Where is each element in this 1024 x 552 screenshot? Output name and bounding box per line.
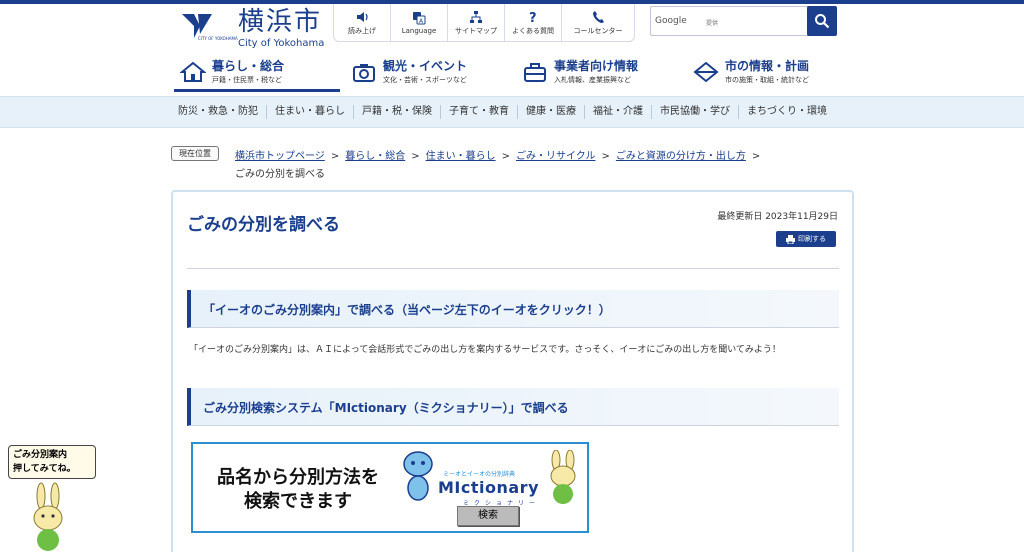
briefcase-icon — [524, 63, 546, 82]
print-button[interactable]: 印刷する — [776, 231, 836, 247]
breadcrumb: 横浜市トップページ > 暮らし・総合 > 住まい・暮らし > ごみ・リサイクル > ごみと資源の… — [235, 147, 766, 162]
subnav-item[interactable]: 市民協働・学び — [651, 105, 738, 119]
chatbot-line2: 押してみてね。 — [13, 464, 76, 474]
breadcrumb-badge: 現在位置 — [171, 146, 219, 161]
mascot-eeo-icon — [550, 450, 576, 504]
category-subnav: 防災・救急・防犯 住まい・暮らし 戸籍・税・保険 子育て・教育 健康・医療 福祉… — [0, 96, 1024, 128]
utility-read-aloud[interactable]: 読み上げ — [334, 4, 391, 42]
utility-label: Language — [401, 27, 437, 35]
breadcrumb-link[interactable]: ごみと資源の分け方・出し方 — [616, 151, 746, 162]
section-heading-text: 「イーオのごみ分別案内」で調べる（当ページ左下のイーオをクリック！） — [203, 303, 611, 317]
subnav-item[interactable]: まちづくり・環境 — [738, 105, 835, 119]
gnav-sub: 文化・芸術・スポーツなど — [383, 75, 467, 84]
breadcrumb-current: ごみの分別を調べる — [235, 169, 325, 180]
printer-icon — [786, 234, 795, 244]
utility-label: サイトマップ — [455, 27, 497, 35]
gnav-sub: 戸籍・住民票・税など — [212, 75, 282, 84]
subnav-item[interactable]: 健康・医療 — [517, 105, 584, 119]
utility-call-center[interactable]: コールセンター — [562, 4, 634, 42]
gnav-item-living[interactable]: 暮らし・総合 戸籍・住民票・税など — [170, 52, 341, 92]
phone-icon — [593, 11, 604, 23]
breadcrumb-separator: > — [601, 151, 610, 162]
banner-line1: 品名から分別方法を — [217, 467, 379, 488]
gnav-item-business[interactable]: 事業者向け情報 入札情報、産業振興など — [512, 52, 683, 92]
banner-line2: 検索できます — [244, 491, 352, 512]
utility-language[interactable]: A Language — [391, 4, 448, 42]
camera-icon — [353, 64, 375, 82]
logo-subtext: CITY OF YOKOHAMA — [198, 36, 238, 41]
section-heading-text: ごみ分別検索システム「MIctionary（ミクショナリー）」で調べる — [203, 401, 569, 415]
gnav-title: 暮らし・総合 — [212, 58, 285, 73]
chatbot-line1: ごみ分別案内 — [13, 450, 68, 460]
diamond-icon — [693, 61, 719, 83]
breadcrumb-separator: > — [411, 151, 420, 162]
content-card: ごみの分別を調べる 最終更新日 2023年11月29日 印刷する 「イーオのごみ… — [171, 190, 854, 552]
breadcrumb-link[interactable]: 横浜市トップページ — [235, 151, 325, 162]
section-heading-eeo: 「イーオのごみ分別案内」で調べる（当ページ左下のイーオをクリック！） — [187, 290, 839, 328]
translate-icon: A — [413, 12, 426, 25]
banner-headline: 品名から分別方法を 検索できます — [203, 466, 393, 514]
utility-nav: 読み上げ A Language サイトマップ ? よくある質問 コールセンター — [333, 4, 635, 42]
question-icon: ? — [529, 11, 537, 24]
google-brand: Google — [655, 16, 687, 26]
logo-english: City of Yokohama — [238, 38, 325, 49]
subnav-item[interactable]: 住まい・暮らし — [266, 105, 353, 119]
subnav-item[interactable]: 子育て・教育 — [440, 105, 517, 119]
section-paragraph: 「イーオのごみ分別案内」は、ＡＩによって会話形式でごみの出し方を案内するサービス… — [189, 345, 781, 355]
gnav-sub: 入札情報、産業振興など — [554, 75, 631, 84]
banner-search-button[interactable]: 検索 — [457, 506, 519, 526]
subnav-item[interactable]: 戸籍・税・保険 — [353, 105, 440, 119]
logo-text[interactable]: 横浜市 — [238, 7, 322, 37]
breadcrumb-link[interactable]: 住まい・暮らし — [426, 151, 496, 162]
gnav-item-tourism[interactable]: 観光・イベント 文化・芸術・スポーツなど — [341, 52, 512, 92]
gnav-sub: 市の施策・取組・統計など — [725, 75, 809, 84]
last-updated: 最終更新日 2023年11月29日 — [717, 212, 838, 222]
banner-ribbon: ミーオとイーオの分別辞典 — [443, 471, 516, 478]
print-label: 印刷する — [798, 235, 826, 243]
svg-text:?: ? — [529, 11, 537, 24]
search-button[interactable] — [807, 6, 837, 36]
utility-label: コールセンター — [573, 27, 623, 35]
sitemap-icon — [470, 11, 482, 23]
banner-logo: MIctionary — [438, 478, 539, 497]
breadcrumb-separator: > — [501, 151, 510, 162]
section-heading-mictionary: ごみ分別検索システム「MIctionary（ミクショナリー）」で調べる — [187, 388, 839, 426]
gnav-title: 事業者向け情報 — [554, 58, 639, 73]
eeo-mascot-icon[interactable] — [28, 482, 68, 552]
gnav-item-city-info[interactable]: 市の情報・計画 市の施策・取組・統計など — [683, 52, 854, 92]
site-header: CITY OF YOKOHAMA 横浜市 City of Yokohama 読み… — [0, 4, 1024, 54]
chatbot-bubble[interactable]: ごみ分別案内 押してみてね。 — [8, 445, 96, 479]
mictionary-banner[interactable]: 品名から分別方法を 検索できます ミーオとイーオの分別辞典 MIctionary… — [191, 442, 589, 533]
subnav-item[interactable]: 福祉・介護 — [584, 105, 651, 119]
utility-label: よくある質問 — [512, 27, 554, 35]
home-icon — [180, 61, 206, 82]
search-icon — [815, 14, 830, 29]
gnav-title: 市の情報・計画 — [725, 58, 810, 73]
page-title: ごみの分別を調べる — [187, 215, 340, 235]
utility-sitemap[interactable]: サイトマップ — [448, 4, 505, 42]
speaker-icon — [357, 12, 368, 22]
utility-faq[interactable]: ? よくある質問 — [505, 4, 562, 42]
gnav-title: 観光・イベント — [383, 58, 468, 73]
breadcrumb-separator: > — [330, 151, 340, 162]
google-sub: 提供 — [706, 20, 719, 27]
breadcrumb-link[interactable]: ごみ・リサイクル — [516, 151, 596, 162]
subnav-item[interactable]: 防災・救急・防犯 — [170, 105, 266, 119]
global-nav: 暮らし・総合 戸籍・住民票・税など 観光・イベント 文化・芸術・スポーツなど 事… — [170, 52, 854, 92]
divider — [187, 268, 839, 269]
breadcrumb-separator: > — [751, 151, 761, 162]
mascot-mio-icon — [403, 451, 433, 501]
utility-label: 読み上げ — [348, 27, 376, 35]
breadcrumb-link[interactable]: 暮らし・総合 — [345, 151, 405, 162]
